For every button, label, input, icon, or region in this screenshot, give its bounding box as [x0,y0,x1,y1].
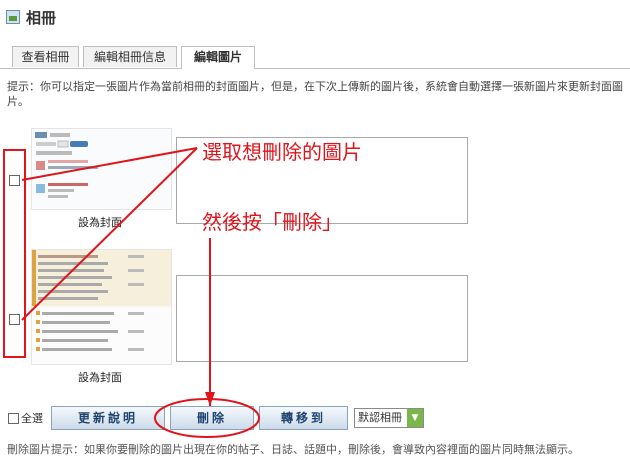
checkbox-highlight-box [3,149,26,358]
pointer-line-2 [21,147,198,321]
delete-highlight-ellipse [154,398,260,438]
annotation-delete-note: 然後按「刪除」 [202,210,342,234]
annotation-select-note: 選取想刪除的圖片 [202,140,362,164]
